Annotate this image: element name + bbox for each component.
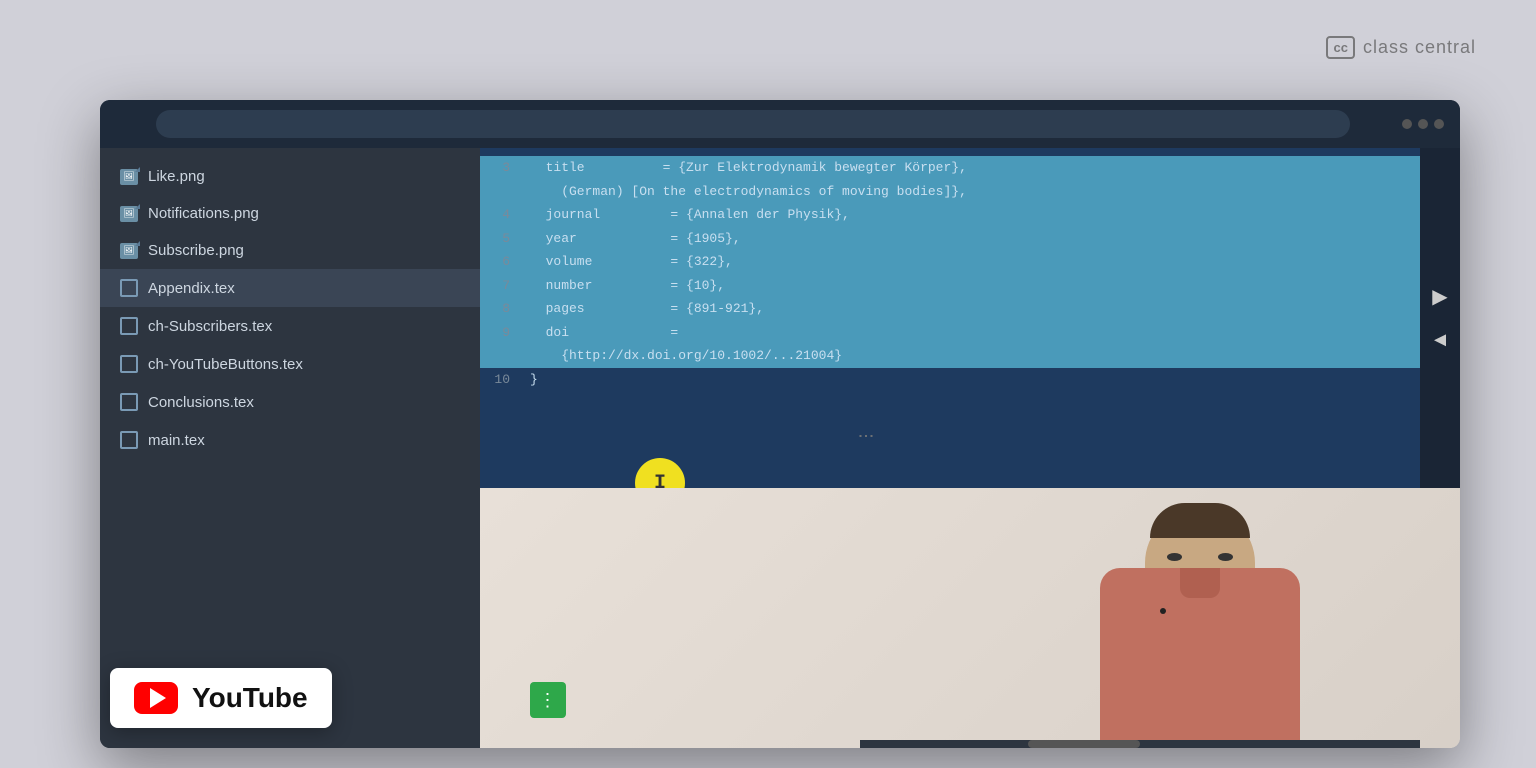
code-line-3b: (German) [On the electrodynamics of movi… — [480, 180, 1460, 204]
line-content-5: year = {1905}, — [530, 229, 741, 249]
scrollbar-thumb[interactable] — [1028, 740, 1140, 748]
image-icon: 🖼 — [120, 169, 138, 185]
file-item-conclusions-tex[interactable]: Conclusions.tex — [100, 383, 480, 421]
line-content-4: journal = {Annalen der Physik}, — [530, 205, 850, 225]
line-content-9: doi = — [530, 323, 678, 343]
browser-window: 🖼 Like.png 🖼 Notifications.png 🖼 Subscri… — [100, 100, 1460, 748]
cc-logo: cc — [1326, 36, 1354, 59]
code-panel: 3 title = {Zur Elektrodynamik bewegter K… — [480, 148, 1460, 488]
three-dots-icon: ⋮ — [539, 690, 558, 711]
line-number-6: 6 — [480, 252, 530, 272]
line-number-9: 9 — [480, 323, 530, 343]
class-central-watermark: cc class central — [1326, 36, 1476, 59]
code-line-9b: {http://dx.doi.org/10.1002/...21004} — [480, 344, 1460, 368]
cursor-indicator: I — [635, 458, 685, 488]
editor-area: 3 title = {Zur Elektrodynamik bewegter K… — [480, 148, 1460, 748]
browser-dot-1 — [1402, 119, 1412, 129]
line-content-3b: (German) [On the electrodynamics of movi… — [530, 182, 967, 202]
file-name-like: Like.png — [148, 168, 205, 185]
file-item-ch-subscribers-tex[interactable]: ch-Subscribers.tex — [100, 307, 480, 345]
code-line-4: 4 journal = {Annalen der Physik}, — [480, 203, 1460, 227]
file-item-subscribe-png[interactable]: 🖼 Subscribe.png — [100, 232, 480, 269]
file-item-ch-youtubebuttons-tex[interactable]: ch-YouTubeButtons.tex — [100, 345, 480, 383]
horizontal-scrollbar[interactable] — [860, 740, 1420, 748]
line-content-7: number = {10}, — [530, 276, 725, 296]
green-menu-button[interactable]: ⋮ — [530, 682, 566, 718]
video-panel — [480, 488, 1460, 748]
file-item-appendix-tex[interactable]: Appendix.tex — [100, 269, 480, 307]
file-name-ch-subscribers: ch-Subscribers.tex — [148, 318, 272, 335]
nav-back-arrow[interactable]: ◄ — [1430, 329, 1450, 352]
browser-dot-2 — [1418, 119, 1428, 129]
youtube-play-triangle — [150, 688, 166, 708]
file-item-like-png[interactable]: 🖼 Like.png — [100, 158, 480, 195]
browser-bar — [100, 100, 1460, 148]
browser-controls — [1402, 119, 1444, 129]
nav-arrows: ▶ ◄ — [1420, 148, 1460, 488]
file-item-notifications-png[interactable]: 🖼 Notifications.png — [100, 195, 480, 232]
code-line-9: 9 doi = — [480, 321, 1460, 345]
tex-icon — [120, 279, 138, 297]
nav-forward-arrow[interactable]: ▶ — [1432, 284, 1447, 309]
content-area: 🖼 Like.png 🖼 Notifications.png 🖼 Subscri… — [100, 148, 1460, 748]
line-content-3: title = {Zur Elektrodynamik bewegter Kör… — [530, 158, 967, 178]
code-line-7: 7 number = {10}, — [480, 274, 1460, 298]
code-line-3: 3 title = {Zur Elektrodynamik bewegter K… — [480, 156, 1460, 180]
line-content-9b: {http://dx.doi.org/10.1002/...21004} — [530, 346, 842, 366]
code-line-8: 8 pages = {891-921}, — [480, 297, 1460, 321]
line-number-5: 5 — [480, 229, 530, 249]
file-item-main-tex[interactable]: main.tex — [100, 421, 480, 459]
youtube-overlay: YouTube — [110, 668, 332, 728]
line-number-4: 4 — [480, 205, 530, 225]
url-bar[interactable] — [156, 110, 1350, 138]
tex-icon — [120, 317, 138, 335]
youtube-label: YouTube — [192, 682, 308, 714]
line-number-10: 10 — [480, 370, 530, 390]
image-icon: 🖼 — [120, 206, 138, 222]
code-line-10: 10 } — [480, 368, 1460, 392]
tex-icon — [120, 393, 138, 411]
brand-name: class central — [1363, 37, 1476, 58]
file-name-notifications: Notifications.png — [148, 205, 259, 222]
video-person — [480, 488, 1460, 748]
line-content-10: } — [530, 370, 538, 390]
line-content-6: volume = {322}, — [530, 252, 733, 272]
line-number-3: 3 — [480, 158, 530, 178]
tex-icon — [120, 355, 138, 373]
image-icon: 🖼 — [120, 243, 138, 259]
file-name-conclusions: Conclusions.tex — [148, 394, 254, 411]
line-number-7: 7 — [480, 276, 530, 296]
line-number-8: 8 — [480, 299, 530, 319]
youtube-icon — [134, 682, 178, 714]
file-name-ch-youtubebuttons: ch-YouTubeButtons.tex — [148, 356, 303, 373]
tex-icon — [120, 431, 138, 449]
line-content-8: pages = {891-921}, — [530, 299, 764, 319]
file-name-appendix: Appendix.tex — [148, 280, 235, 297]
file-sidebar: 🖼 Like.png 🖼 Notifications.png 🖼 Subscri… — [100, 148, 480, 748]
code-line-5: 5 year = {1905}, — [480, 227, 1460, 251]
browser-dot-3 — [1434, 119, 1444, 129]
file-name-subscribe: Subscribe.png — [148, 242, 244, 259]
file-name-main: main.tex — [148, 432, 205, 449]
code-line-6: 6 volume = {322}, — [480, 250, 1460, 274]
